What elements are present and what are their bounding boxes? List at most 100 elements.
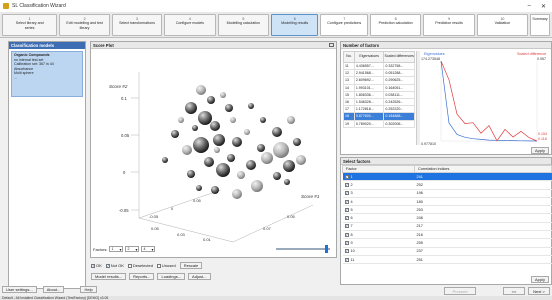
maximize-icon[interactable]	[329, 43, 334, 47]
table-row[interactable]: ✓ 7 217	[342, 222, 552, 232]
step-4[interactable]: 4 Configure models	[164, 14, 216, 36]
table-row[interactable]: 11 4.436557... 0.332758...	[343, 61, 415, 71]
checkbox-box[interactable]	[127, 263, 132, 268]
factor-checkbox[interactable]: ✓	[344, 207, 349, 212]
factor-checkbox[interactable]: ✓	[344, 191, 349, 196]
cell-factor: ✓ 2	[342, 180, 415, 190]
factor-checkbox[interactable]: ✓	[344, 249, 349, 254]
next-button[interactable]: Next >	[528, 287, 550, 295]
step-6[interactable]: 6 Modelling results	[271, 14, 319, 36]
table-row[interactable]: ✓ 5 253	[342, 205, 552, 215]
score-point	[296, 155, 306, 165]
score-points	[162, 85, 306, 199]
cell-correlation: 196	[414, 189, 552, 198]
step-summary[interactable]: Summary	[530, 14, 550, 36]
checkbox-box[interactable]: ✓	[105, 263, 110, 268]
score-plot-3d[interactable]: Score #2 Score #1 0.1 0.05 0 -0.05 0.05 …	[91, 50, 336, 244]
checkbox-box[interactable]	[156, 263, 161, 268]
score-point	[196, 85, 206, 95]
table-row[interactable]: 12 2.941568... 0.051288...	[343, 69, 415, 78]
model-results-button[interactable]: Model results...	[91, 273, 127, 280]
apply-selection-button[interactable]: Apply	[530, 276, 549, 283]
col-header-factor[interactable]: Factor	[342, 165, 415, 173]
score-point	[204, 157, 214, 167]
cell-correlation: 216	[414, 230, 552, 240]
step-1[interactable]: 1 Select library and series	[2, 14, 58, 36]
factor-checkbox[interactable]: ✓	[344, 232, 349, 237]
step-2[interactable]: 2 Edit modelling and test library	[59, 14, 110, 36]
step-7[interactable]: 7 Configure predictions	[320, 14, 368, 36]
table-row[interactable]: ✓ 8 216	[342, 230, 552, 240]
factor-select-y[interactable]: 2	[125, 246, 140, 252]
back-button[interactable]: << Back	[503, 287, 525, 300]
factor-checkbox[interactable]: ✓	[344, 182, 349, 187]
factor-checkbox[interactable]: ✓	[344, 241, 349, 246]
table-row[interactable]: 16 1.546328... 0.242526...	[343, 97, 415, 107]
zoom-slider[interactable]	[276, 245, 330, 253]
help-button[interactable]: Help	[80, 286, 97, 293]
table-row[interactable]: ✓ 9 255	[342, 238, 552, 248]
step-10[interactable]: 10 Validation	[476, 14, 529, 36]
score-point	[248, 103, 254, 109]
factor-checkbox[interactable]: ✓	[344, 216, 349, 221]
nf-title: Number of factors	[341, 42, 551, 49]
cell-no: 18	[343, 112, 355, 121]
table-row[interactable]: ✓ 11 251	[342, 255, 552, 265]
cell-factor: ✓ 9	[342, 238, 415, 248]
factor-checkbox[interactable]: ✓	[344, 224, 349, 229]
table-row[interactable]: ✓ 10 237	[342, 247, 552, 256]
table-row[interactable]: ✓ 2 252	[342, 180, 552, 190]
cell-factor: ✓ 1	[342, 172, 415, 182]
table-row[interactable]: 17 1.172818... 0.252220...	[343, 105, 415, 114]
model-list-item[interactable]: Organic Compounds no internal test set C…	[11, 51, 83, 97]
user-settings-button[interactable]: User settings...	[2, 286, 37, 293]
cell-eigenvalue: 1.546328...	[353, 97, 385, 107]
score-point	[232, 189, 242, 199]
step-3[interactable]: 3 Select transformations	[111, 14, 163, 36]
col-header-eigenvalues[interactable]: Eigenvalues	[353, 51, 385, 63]
y-tick: 0.05	[121, 133, 130, 138]
proceed-button[interactable]: Proceed	[444, 287, 476, 295]
about-button[interactable]: About...	[42, 286, 65, 293]
factor-checkbox[interactable]: ✓	[344, 257, 349, 262]
table-row[interactable]: ✓ 4 180	[342, 197, 552, 207]
cell-eigenvalue: 4.436557...	[353, 61, 385, 71]
step-9[interactable]: 9 Prediction results	[423, 14, 475, 36]
factor-select-x[interactable]: 1	[109, 246, 124, 252]
unused-checkbox[interactable]: Unused	[156, 263, 176, 268]
table-row[interactable]: ✓ 1 241	[342, 172, 552, 182]
table-row[interactable]: 19 0.789020... 0.302006...	[343, 119, 415, 128]
step-8[interactable]: 8 Prediction calculation	[369, 14, 422, 36]
ok-checkbox[interactable]: ✓ OK	[91, 263, 102, 268]
loadings-button[interactable]: Loadings...	[157, 273, 186, 280]
adjust-button[interactable]: Adjust...	[188, 273, 211, 280]
rescale-button[interactable]: Rescale	[179, 262, 203, 269]
step-5[interactable]: 5 Modelling calculation	[217, 14, 270, 36]
col-header-correlation[interactable]: Correlation indices	[414, 165, 552, 173]
table-row[interactable]: 14 1.993101... 0.164051...	[343, 83, 415, 92]
score-point	[272, 127, 282, 137]
factor-select-z[interactable]: 4	[141, 246, 156, 252]
factor-checkbox[interactable]: ✓	[344, 199, 349, 204]
col-header-no[interactable]: No.	[343, 51, 355, 63]
score-point	[178, 117, 184, 123]
score-point	[283, 160, 295, 172]
table-row[interactable]: ✓ 3 196	[342, 189, 552, 198]
apply-factors-button[interactable]: Apply	[530, 147, 549, 154]
cell-factor: ✓ 5	[342, 205, 415, 215]
reports-button[interactable]: Reports...	[129, 273, 155, 280]
table-row[interactable]: ✓ 6 246	[342, 213, 552, 223]
table-row[interactable]: 13 2.609692... 0.290625...	[343, 76, 415, 85]
close-button[interactable]: ✕	[541, 3, 546, 10]
deselected-checkbox[interactable]: Deselected	[127, 263, 153, 268]
checkbox-box[interactable]: ✓	[91, 263, 95, 268]
slider-thumb[interactable]	[325, 245, 328, 253]
col-header-scaled-diff[interactable]: Scaled differences	[383, 51, 415, 63]
table-scrollbar[interactable]	[416, 51, 420, 145]
axis-label-score2: Score #2	[109, 84, 128, 89]
table-row[interactable]: 18 0.877600... 0.184888...	[343, 112, 415, 121]
factor-checkbox[interactable]: ✓	[344, 174, 349, 179]
minimize-button[interactable]: –	[528, 3, 531, 10]
table-row[interactable]: 15 1.806336... 0.038111...	[343, 90, 415, 99]
not-ok-checkbox[interactable]: ✓ Not OK	[105, 263, 124, 268]
